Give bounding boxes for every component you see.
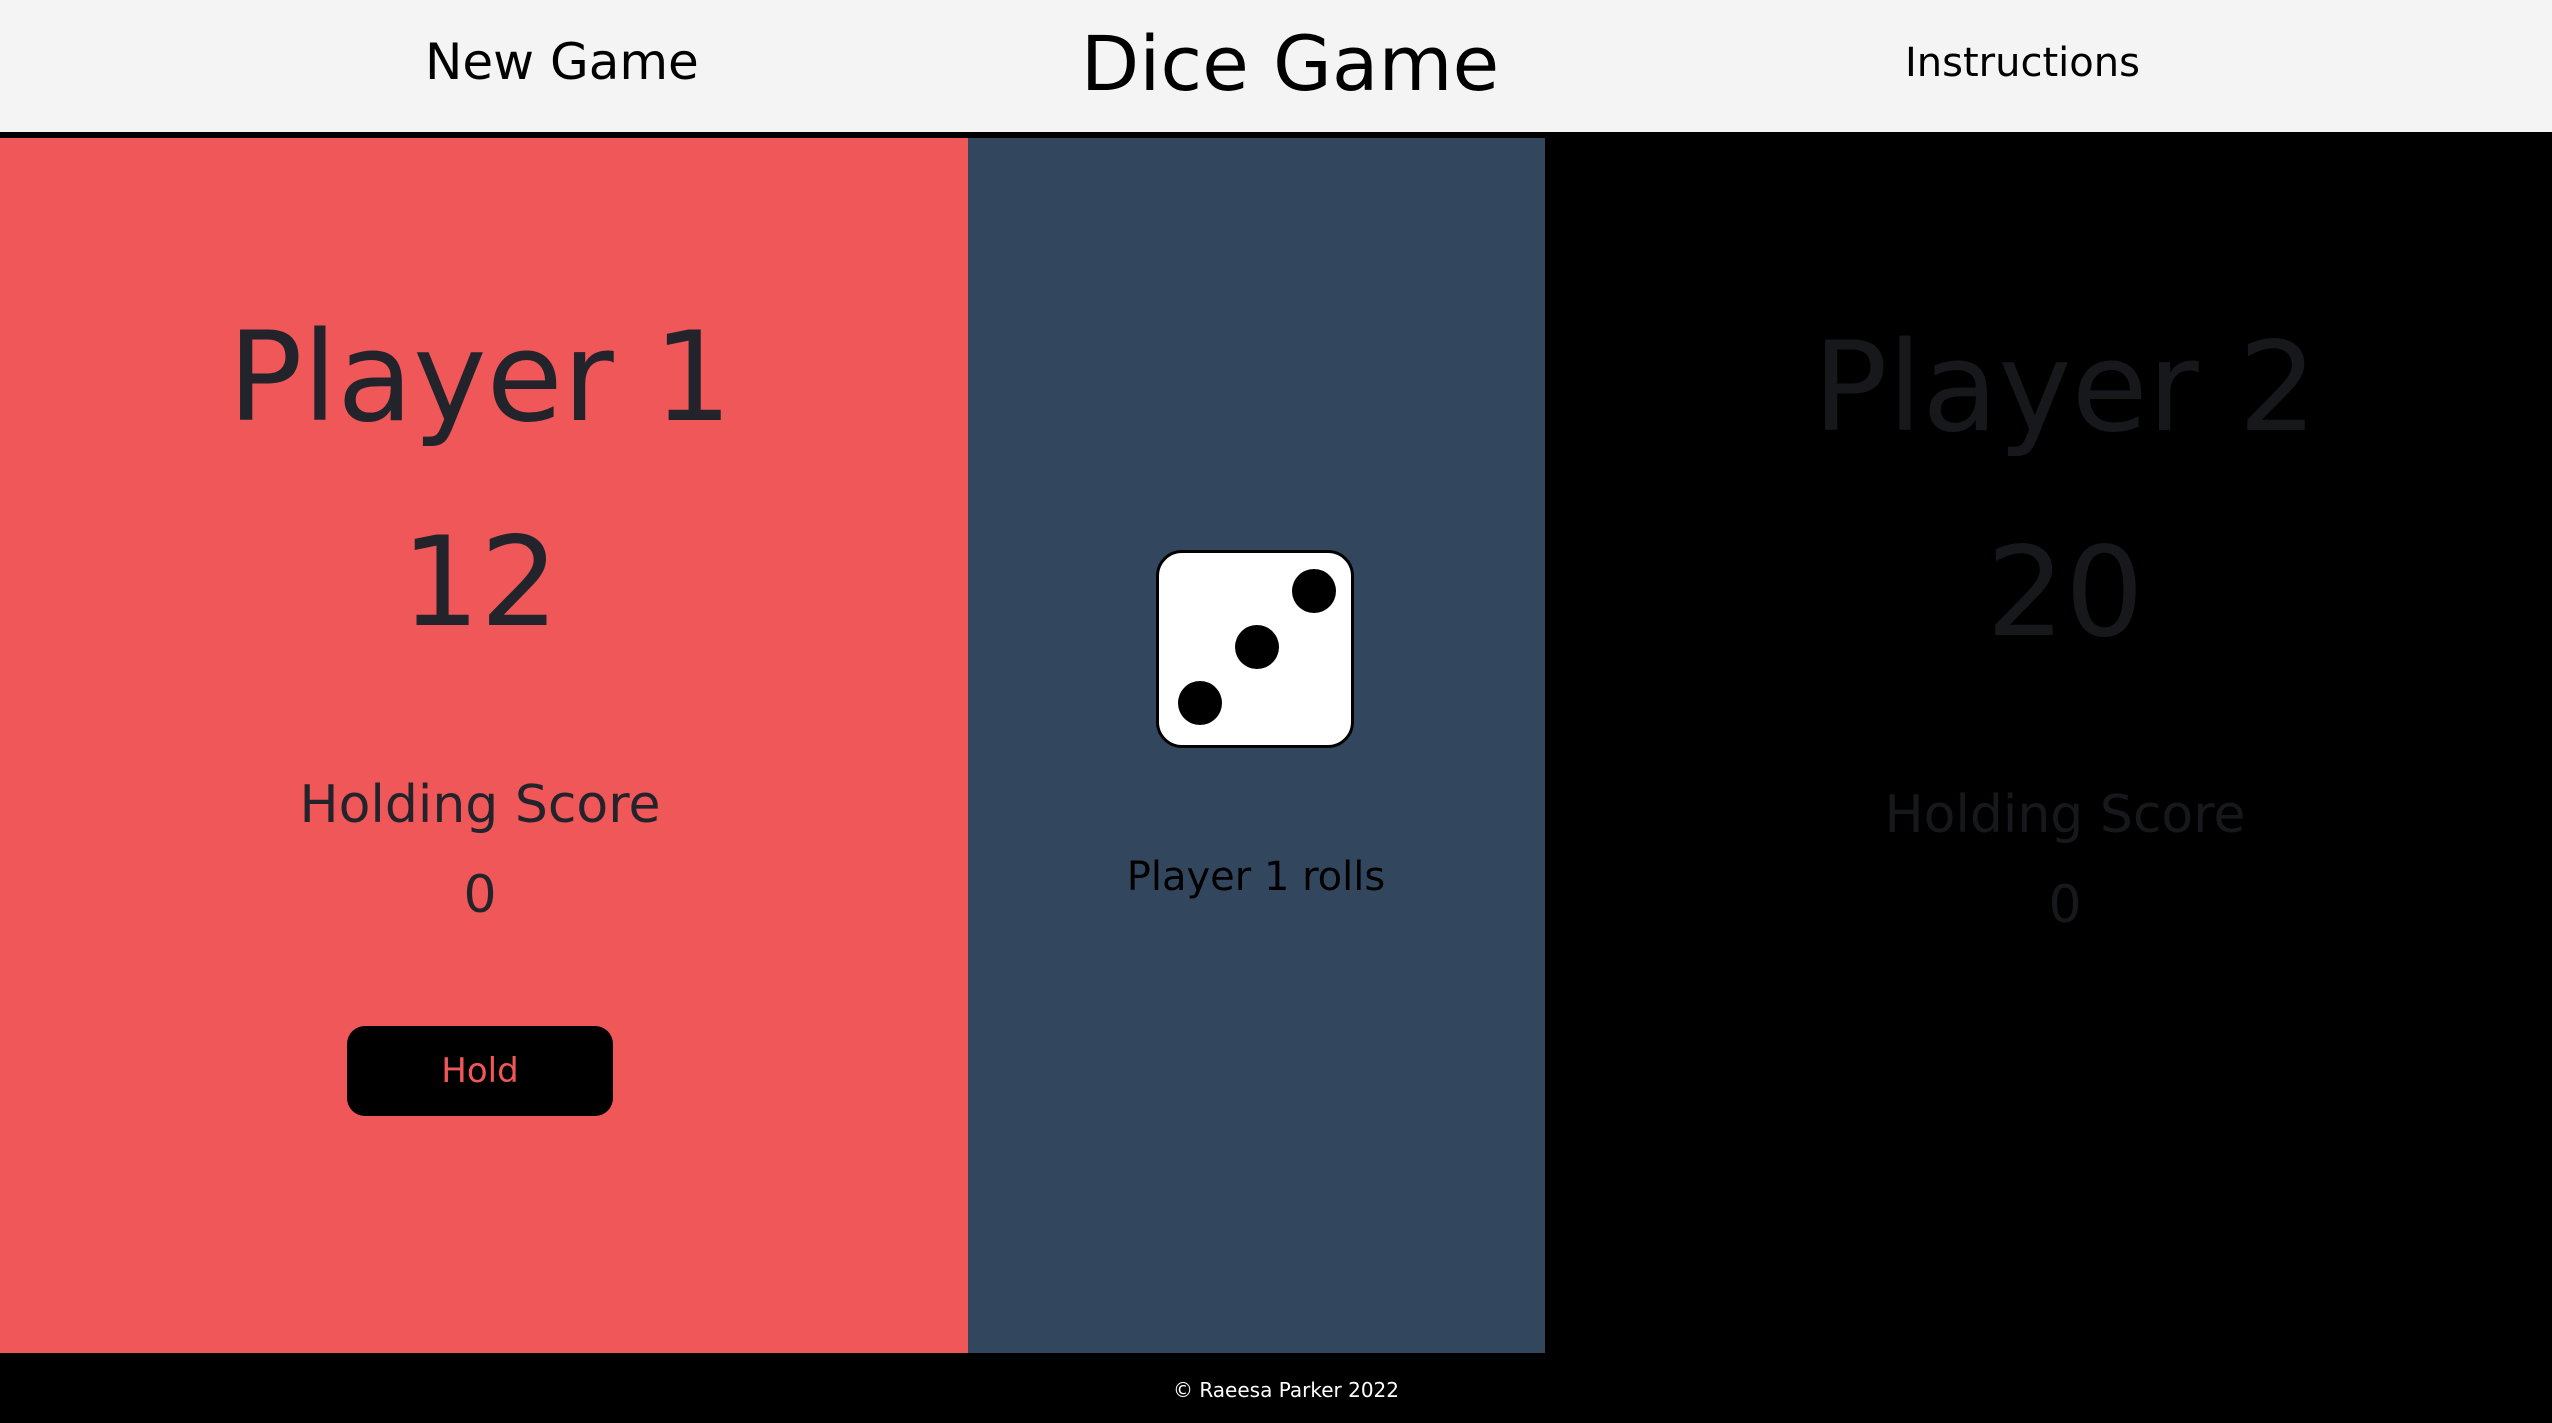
player2-panel: Player 2 20 Holding Score 0 — [1545, 138, 2552, 1353]
player2-holding-label: Holding Score — [1884, 785, 2246, 845]
roll-status-text: Player 1 rolls — [1126, 854, 1386, 900]
copyright-text: © Raeesa Parker 2022 — [1172, 1378, 1399, 1402]
hold-button[interactable]: Hold — [347, 1026, 613, 1116]
instructions-button[interactable]: Instructions — [1905, 36, 2140, 90]
dice-panel: Player 1 rolls — [968, 138, 1545, 1353]
header-bar: New Game Dice Game Instructions — [0, 0, 2552, 132]
player2-score: 20 — [1986, 521, 2144, 665]
new-game-button[interactable]: New Game — [425, 30, 699, 94]
player1-score: 12 — [401, 511, 559, 655]
player2-holding-value: 0 — [2048, 875, 2082, 935]
dice-pip — [1235, 625, 1279, 669]
player1-holding-label: Holding Score — [299, 775, 661, 835]
dice[interactable] — [1156, 550, 1354, 748]
player1-holding-value: 0 — [463, 865, 497, 925]
player2-name: Player 2 — [1812, 316, 2318, 460]
dice-pip — [1292, 569, 1336, 613]
player1-name: Player 1 — [227, 306, 733, 450]
dice-pip — [1178, 681, 1222, 725]
player1-panel: Player 1 12 Holding Score 0 Hold — [0, 138, 968, 1353]
page-title: Dice Game — [1080, 19, 1500, 108]
footer: © Raeesa Parker 2022 — [0, 1353, 2552, 1423]
dice-game-app: New Game Dice Game Instructions Player 1… — [0, 0, 2552, 1423]
